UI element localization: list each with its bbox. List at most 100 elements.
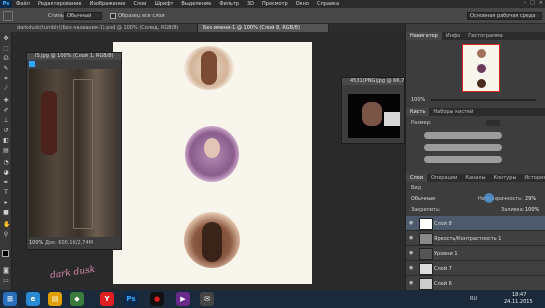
tab-channels[interactable]: Каналы bbox=[461, 174, 489, 182]
minimize-button[interactable]: – bbox=[524, 0, 527, 6]
tab-history[interactable]: История bbox=[520, 174, 545, 182]
menu-layers[interactable]: Слои bbox=[129, 1, 150, 7]
marquee-tool-icon[interactable]: ⬚ bbox=[3, 46, 9, 52]
layer-filter-kind[interactable]: Вид bbox=[411, 185, 421, 191]
tab-actions[interactable]: Операции bbox=[427, 174, 461, 182]
pen-tool-icon[interactable]: ✒ bbox=[3, 180, 9, 186]
brush-tabs: Кисть Наборы кистей bbox=[406, 108, 545, 116]
brush-tool-icon[interactable]: ✐ bbox=[3, 108, 9, 114]
tab-paths[interactable]: Контуры bbox=[490, 174, 521, 182]
menu-help[interactable]: Справка bbox=[313, 1, 343, 7]
floating-window-image bbox=[29, 69, 119, 237]
photo-circle-top bbox=[184, 46, 234, 90]
layer-row[interactable]: ◉ Слой 8 bbox=[406, 216, 545, 231]
path-select-tool-icon[interactable]: ▸ bbox=[3, 200, 9, 206]
floating-document-window[interactable]: IS.jpg @ 100% (Слой 1, RGB/8) 100% Док: … bbox=[26, 52, 122, 250]
program-icon[interactable]: ✉ bbox=[200, 292, 214, 306]
eye-icon[interactable]: ◉ bbox=[409, 280, 415, 286]
gradient-tool-icon[interactable]: ▤ bbox=[3, 148, 9, 154]
media-icon[interactable]: ● bbox=[150, 292, 164, 306]
hand-tool-icon[interactable]: ✋ bbox=[3, 222, 10, 228]
media-player-icon[interactable]: ▶ bbox=[176, 292, 190, 306]
dodge-tool-icon[interactable]: ◕ bbox=[3, 170, 9, 176]
zoom-tool-icon[interactable]: ⚲ bbox=[3, 232, 9, 238]
type-tool-icon[interactable]: T bbox=[3, 190, 9, 196]
layer-name: Слой 7 bbox=[434, 266, 452, 272]
healing-tool-icon[interactable]: ✚ bbox=[3, 98, 9, 104]
stamp-tool-icon[interactable]: ⊥ bbox=[3, 118, 9, 124]
menu-3d[interactable]: 3D bbox=[243, 1, 258, 7]
floating-image-window[interactable]: 4531(PNG)jpg @ 66,7... bbox=[341, 77, 405, 144]
tab-info[interactable]: Инфо bbox=[442, 32, 464, 40]
navigator-tabs: Навигатор Инфо Гистограмма bbox=[406, 32, 545, 40]
brush-size-field[interactable] bbox=[486, 120, 500, 126]
tools-panel: ✥ ⬚ ᘏ ✎ ⌗ ⁄ ✚ ✐ ⊥ ↺ ◧ ▤ ◔ ◕ ✒ T ▸ ■ ✋ ⚲ … bbox=[0, 32, 12, 290]
tool-preset-icon[interactable] bbox=[3, 11, 13, 21]
floating-window-zoom[interactable]: 100% bbox=[29, 240, 43, 246]
tab-document-1[interactable]: darkdusk(tumblr)(Без названия-1).psd @ 1… bbox=[12, 24, 198, 32]
lasso-tool-icon[interactable]: ᘏ bbox=[3, 56, 9, 62]
eraser-tool-icon[interactable]: ◧ bbox=[3, 138, 9, 144]
tab-brush[interactable]: Кисть bbox=[406, 108, 430, 116]
menu-image[interactable]: Изображение bbox=[85, 1, 129, 7]
foreground-color-swatch[interactable] bbox=[2, 250, 9, 257]
close-button[interactable]: × bbox=[539, 0, 543, 6]
brush-preset-1[interactable] bbox=[424, 132, 502, 139]
eyedropper-tool-icon[interactable]: ⁄ bbox=[3, 86, 9, 92]
menu-window[interactable]: Окно bbox=[292, 1, 313, 7]
menu-filter[interactable]: Фильтр bbox=[215, 1, 243, 7]
photoshop-taskbar-icon[interactable]: Ps bbox=[124, 292, 138, 306]
brush-preset-2[interactable] bbox=[424, 144, 502, 151]
tab-brush-presets[interactable]: Наборы кистей bbox=[429, 108, 477, 116]
clock-date[interactable]: 24.11.2015 bbox=[504, 299, 533, 305]
fill-value[interactable]: 100% bbox=[525, 207, 539, 213]
move-tool-icon[interactable]: ✥ bbox=[3, 36, 9, 42]
shape-tool-icon[interactable]: ■ bbox=[3, 210, 9, 216]
menu-view[interactable]: Просмотр bbox=[258, 1, 292, 7]
tab-layers[interactable]: Слои bbox=[406, 174, 427, 182]
browser-icon[interactable]: e bbox=[26, 292, 40, 306]
blur-tool-icon[interactable]: ◔ bbox=[3, 160, 9, 166]
tab-document-2[interactable]: Без имени-1 @ 100% (Слой 8, RGB/8) bbox=[198, 24, 329, 32]
tab-navigator[interactable]: Навигатор bbox=[406, 32, 442, 40]
eye-icon[interactable]: ◉ bbox=[409, 250, 415, 256]
blend-mode-select[interactable]: Обычные bbox=[411, 196, 435, 202]
opacity-value[interactable]: 29% bbox=[525, 196, 536, 202]
navigator-zoom-value[interactable]: 100% bbox=[411, 97, 425, 103]
style-select[interactable]: Обычный bbox=[64, 12, 102, 20]
crop-tool-icon[interactable]: ⌗ bbox=[3, 76, 9, 82]
history-brush-icon[interactable]: ↺ bbox=[3, 128, 9, 134]
menu-type[interactable]: Шрифт bbox=[150, 1, 177, 7]
tab-histogram[interactable]: Гистограмма bbox=[464, 32, 507, 40]
brush-preset-3[interactable] bbox=[424, 156, 502, 163]
menu-select[interactable]: Выделение bbox=[177, 1, 215, 7]
yandex-icon[interactable]: Y bbox=[100, 292, 114, 306]
layer-row[interactable]: ◉ Слой 6 bbox=[406, 276, 545, 291]
maximize-button[interactable]: □ bbox=[530, 0, 535, 6]
menu-file[interactable]: Файл bbox=[12, 1, 34, 7]
eye-icon[interactable]: ◉ bbox=[409, 265, 415, 271]
clock-time[interactable]: 18:47 bbox=[512, 292, 526, 298]
app-icon[interactable]: ◆ bbox=[70, 292, 84, 306]
explorer-icon[interactable]: ▤ bbox=[48, 292, 62, 306]
menu-edit[interactable]: Редактирование bbox=[34, 1, 86, 7]
quick-mask-icon[interactable]: ◙ bbox=[3, 268, 9, 274]
navigator-zoom-slider[interactable] bbox=[431, 99, 536, 101]
start-button-icon[interactable]: ⊞ bbox=[3, 292, 17, 306]
quick-select-tool-icon[interactable]: ✎ bbox=[3, 66, 9, 72]
eye-icon[interactable]: ◉ bbox=[409, 220, 415, 226]
sample-all-layers-checkbox[interactable] bbox=[110, 13, 116, 19]
floating-image-title[interactable]: 4531(PNG)jpg @ 66,7... bbox=[342, 78, 404, 85]
cursor-highlight bbox=[484, 193, 494, 203]
layer-row[interactable]: ◉ Яркость/Контрастность 1 bbox=[406, 231, 545, 246]
document-canvas[interactable] bbox=[113, 42, 312, 284]
eye-icon[interactable]: ◉ bbox=[409, 235, 415, 241]
language-indicator[interactable]: RU bbox=[470, 296, 477, 302]
screen-mode-icon[interactable]: ▭ bbox=[3, 278, 9, 284]
layer-row[interactable]: ◉ Слой 7 bbox=[406, 261, 545, 276]
layer-row[interactable]: ◉ Уровни 1 bbox=[406, 246, 545, 261]
workspace-select[interactable]: Основная рабочая среда bbox=[467, 12, 542, 20]
floating-window-title[interactable]: IS.jpg @ 100% (Слой 1, RGB/8) bbox=[27, 53, 121, 60]
photo-circle-middle bbox=[185, 126, 239, 182]
navigator-preview[interactable] bbox=[462, 44, 500, 92]
